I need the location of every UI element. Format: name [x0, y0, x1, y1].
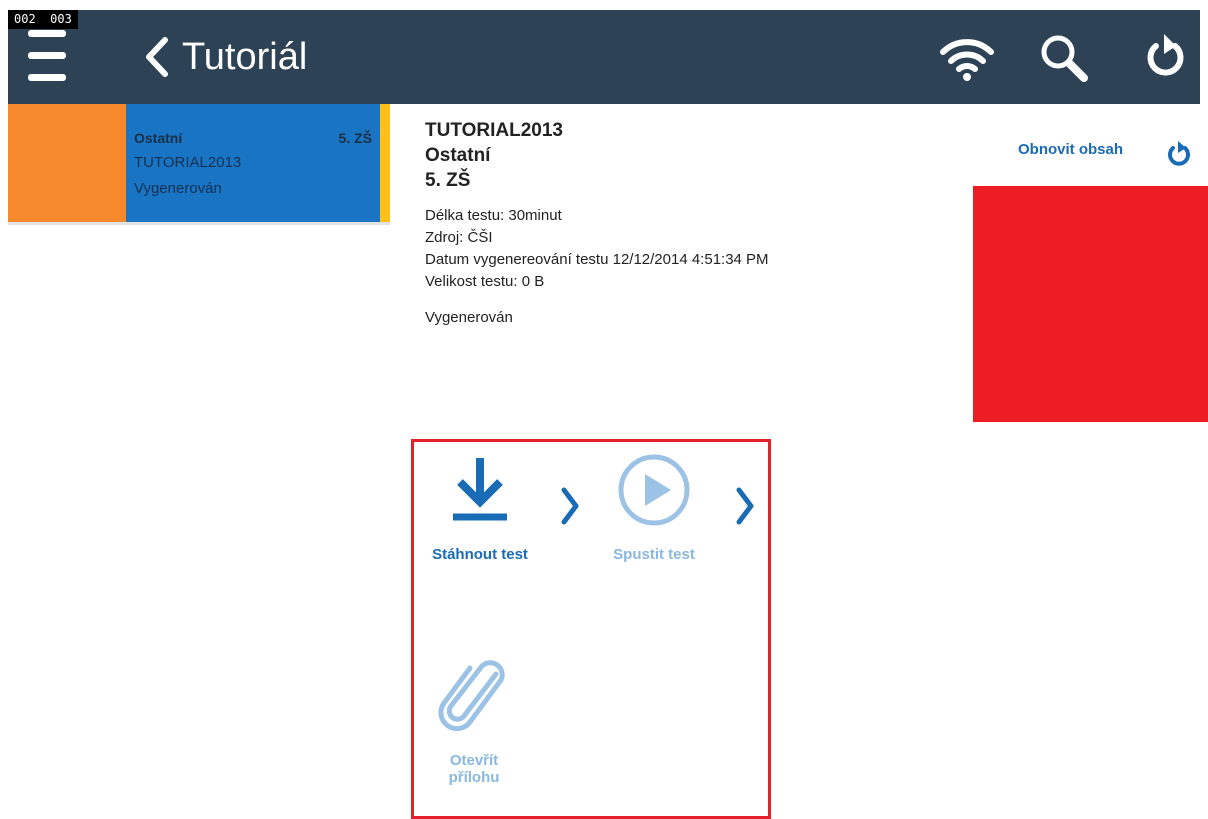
- download-icon: [453, 458, 507, 521]
- test-detail: TUTORIAL2013 Ostatní 5. ZŠ Délka testu: …: [425, 118, 769, 326]
- hamburger-menu-icon[interactable]: [28, 28, 66, 84]
- wifi-icon[interactable]: [938, 34, 996, 82]
- chevron-right-icon: [561, 487, 579, 525]
- detail-source: Zdroj: ČŠI: [425, 229, 493, 246]
- open-attachment-label: Otevřít: [449, 752, 499, 769]
- test-tile[interactable]: Ostatní 5. ZŠ TUTORIAL2013 Vygenerován: [8, 104, 390, 222]
- page-title: Tutoriál: [182, 36, 308, 78]
- tile-content: Ostatní 5. ZŠ TUTORIAL2013 Vygenerován: [126, 104, 380, 222]
- detail-length: Délka testu: 30minut: [425, 207, 562, 224]
- detail-generated-date: Datum vygenereování testu 12/12/2014 4:5…: [425, 251, 769, 268]
- app-header: 002 003 Tutoriál: [8, 10, 1200, 104]
- start-test-button[interactable]: Spustit test: [594, 452, 714, 563]
- chevron-left-icon: [146, 37, 168, 77]
- tile-divider: [8, 222, 390, 225]
- detail-size: Velikost testu: 0 B: [425, 273, 545, 290]
- chevron-right-icon: [736, 487, 754, 525]
- refresh-icon[interactable]: [1142, 32, 1188, 84]
- detail-category: Ostatní: [425, 145, 491, 166]
- search-icon[interactable]: [1038, 32, 1090, 84]
- tile-edge-marker: [380, 104, 390, 222]
- actions-panel: Stáhnout test Spustit test Otevřít přílo…: [411, 439, 771, 819]
- download-test-label: Stáhnout test: [432, 546, 528, 563]
- start-test-label: Spustit test: [613, 546, 695, 563]
- open-attachment-label-2: přílohu: [448, 769, 500, 786]
- paperclip-icon: [438, 660, 505, 732]
- tile-grade: 5. ZŠ: [338, 130, 372, 146]
- download-test-button[interactable]: Stáhnout test: [420, 454, 540, 563]
- refresh-content-link[interactable]: Obnovit obsah: [1018, 141, 1123, 158]
- tile-category: Ostatní: [134, 130, 183, 146]
- tile-code: TUTORIAL2013: [134, 154, 242, 171]
- back-button[interactable]: Tutoriál: [144, 34, 307, 80]
- play-icon: [618, 454, 690, 526]
- tile-color-block: [8, 104, 126, 222]
- preview-image: [973, 186, 1208, 422]
- refresh-content-icon[interactable]: [1165, 140, 1193, 168]
- detail-title: TUTORIAL2013: [425, 120, 563, 141]
- detail-grade: 5. ZŠ: [425, 170, 471, 191]
- counter-badge: 002 003: [8, 10, 78, 29]
- tile-status: Vygenerován: [134, 180, 222, 197]
- open-attachment-button[interactable]: Otevřít přílohu: [434, 656, 514, 786]
- detail-status: Vygenerován: [425, 309, 513, 326]
